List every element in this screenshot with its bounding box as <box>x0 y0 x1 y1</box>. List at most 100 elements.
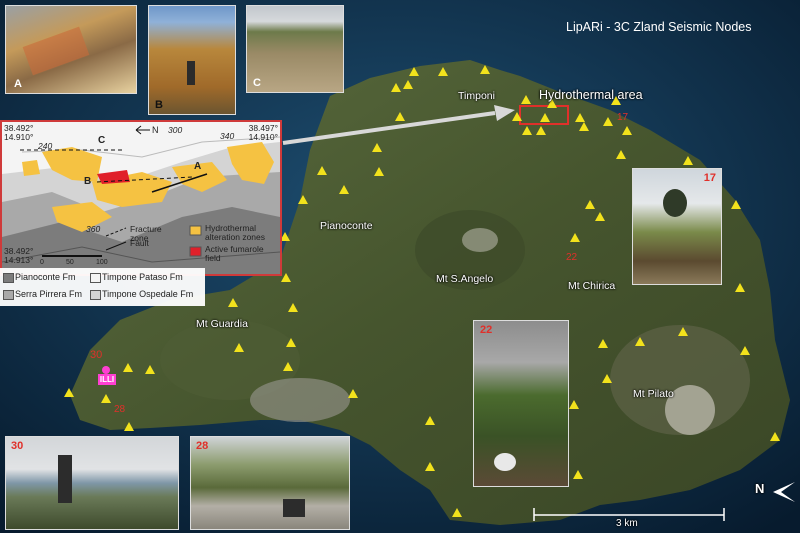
seismic-node-31 <box>228 298 238 307</box>
seismic-node-49 <box>635 337 645 346</box>
seismic-node-47 <box>602 374 612 383</box>
seismic-node-42 <box>425 416 435 425</box>
seismic-node-4 <box>391 83 401 92</box>
node-label-17: 17 <box>617 112 629 123</box>
photo-17-label: 17 <box>703 172 716 184</box>
seismic-node-41 <box>124 422 134 431</box>
seismic-node-17 <box>298 195 308 204</box>
geo-legend-hydro: Hydrothermal alteration zones <box>205 223 266 242</box>
swatch-pataso <box>90 273 101 283</box>
seismic-node-46 <box>573 470 583 479</box>
seismic-node-15 <box>374 167 384 176</box>
geo-north-label: N <box>152 125 159 135</box>
geo-contour-300: 300 <box>168 125 183 135</box>
node-label-22: 22 <box>566 252 578 263</box>
seismic-node-13 <box>372 143 382 152</box>
seismic-node-29 <box>595 212 605 221</box>
geo-scale-0: 0 <box>40 259 44 266</box>
label-mt-guardia: Mt Guardia <box>196 318 248 330</box>
geo-contour-240: 240 <box>38 141 53 151</box>
seismic-node-30 <box>570 233 580 242</box>
seismic-node-26 <box>585 200 595 209</box>
seismic-node-24 <box>683 156 693 165</box>
label-mt-chirica: Mt Chirica <box>568 280 616 292</box>
legend-pirrera: Serra Pirrera Fm <box>15 289 83 299</box>
seismic-node-32 <box>288 303 298 312</box>
seismic-node-21 <box>622 126 632 135</box>
swatch-ospedale <box>90 290 101 300</box>
seismic-node-35 <box>283 362 293 371</box>
seismic-node-22 <box>603 117 613 126</box>
geo-nw-coord: 38.492° 14.910° <box>4 124 33 142</box>
seismic-node-2 <box>438 67 448 76</box>
map-figure: Timponi Hydrothermal area Pianoconte Mt … <box>0 0 800 533</box>
seismic-node-39 <box>101 394 111 403</box>
photo-node-22: 22 <box>473 320 569 487</box>
seismic-node-5 <box>403 80 413 89</box>
geo-ne-coord: 38.497° 14.910° <box>249 124 278 142</box>
seismic-node-45 <box>569 400 579 409</box>
seismic-node-40 <box>64 388 74 397</box>
seismic-node-44 <box>452 508 462 517</box>
seismic-node-48 <box>598 339 608 348</box>
geological-inset-map: 38.492° 14.910° 38.497° 14.910° 38.492° 14.… <box>0 120 282 276</box>
photo-28-label: 28 <box>196 440 209 452</box>
seismic-node-38 <box>123 363 133 372</box>
seismic-node-12 <box>395 112 405 121</box>
photo-b-label: B <box>155 99 163 111</box>
photo-22-label: 22 <box>480 324 493 336</box>
photo-30-label: 30 <box>11 440 24 452</box>
seismic-node-6 <box>521 95 531 104</box>
seismic-node-20 <box>522 126 532 135</box>
label-pianoconte: Pianoconte <box>320 220 373 232</box>
alteration-zone-6 <box>22 160 40 176</box>
geo-scale-100: 100 <box>96 259 108 266</box>
legend-swatch-hydro <box>189 225 202 236</box>
seismic-node-43 <box>425 462 435 471</box>
legend-pataso: Timpone Pataso Fm <box>102 272 183 282</box>
geo-legend-fumarole: Active fumarole field <box>205 244 264 263</box>
photo-a-label: A <box>14 78 22 90</box>
station-illi-label: ILLI <box>98 374 116 385</box>
photo-a-outcrop <box>22 26 90 76</box>
seismic-node-10 <box>540 113 550 122</box>
label-mt-pilato: Mt Pilato <box>633 388 674 400</box>
seismic-node-36 <box>348 389 358 398</box>
geo-section-b: B <box>84 176 92 187</box>
seismic-node-19 <box>536 126 546 135</box>
seismic-node-51 <box>740 346 750 355</box>
geo-contour-360: 360 <box>86 224 101 234</box>
photo-30-person <box>58 455 72 503</box>
seismic-node-9 <box>512 112 522 121</box>
seismic-node-23 <box>616 150 626 159</box>
geo-sw-lon: 14.913° <box>4 255 34 265</box>
seismic-node-54 <box>678 327 688 336</box>
legend-ospedale: Timpone Ospedale Fm <box>102 289 194 299</box>
seismic-node-16 <box>339 185 349 194</box>
photo-node-30: 30 <box>5 436 179 530</box>
photo-c: C <box>246 5 344 93</box>
photo-28-person <box>283 499 305 517</box>
seismic-node-18 <box>579 122 589 131</box>
seismic-node-33 <box>286 338 296 347</box>
photo-17-tree <box>663 189 687 217</box>
seismic-node-37 <box>145 365 155 374</box>
north-arrow-label: N <box>755 481 765 496</box>
geo-nw-lon: 14.910° <box>4 132 34 142</box>
seismic-node-1 <box>409 67 419 76</box>
label-hydrothermal-area: Hydrothermal area <box>539 88 643 102</box>
photo-c-label: C <box>253 77 261 89</box>
geo-section-c: C <box>98 135 106 146</box>
photo-b: B <box>148 5 236 115</box>
legend-pianoconte: Pianoconte Fm <box>15 272 76 282</box>
geo-sw-coord: 38.492° 14.913° <box>4 247 33 265</box>
geo-ne-lon: 14.910° <box>248 132 278 142</box>
photo-22-sensor <box>494 453 516 471</box>
seismic-node-25 <box>731 200 741 209</box>
geo-contour-340: 340 <box>220 131 235 141</box>
seismic-node-34 <box>234 343 244 352</box>
geo-section-a: A <box>194 161 202 172</box>
label-mt-sangelo: Mt S.Angelo <box>436 273 494 285</box>
photo-b-person <box>187 61 195 85</box>
node-label-28: 28 <box>114 404 126 415</box>
